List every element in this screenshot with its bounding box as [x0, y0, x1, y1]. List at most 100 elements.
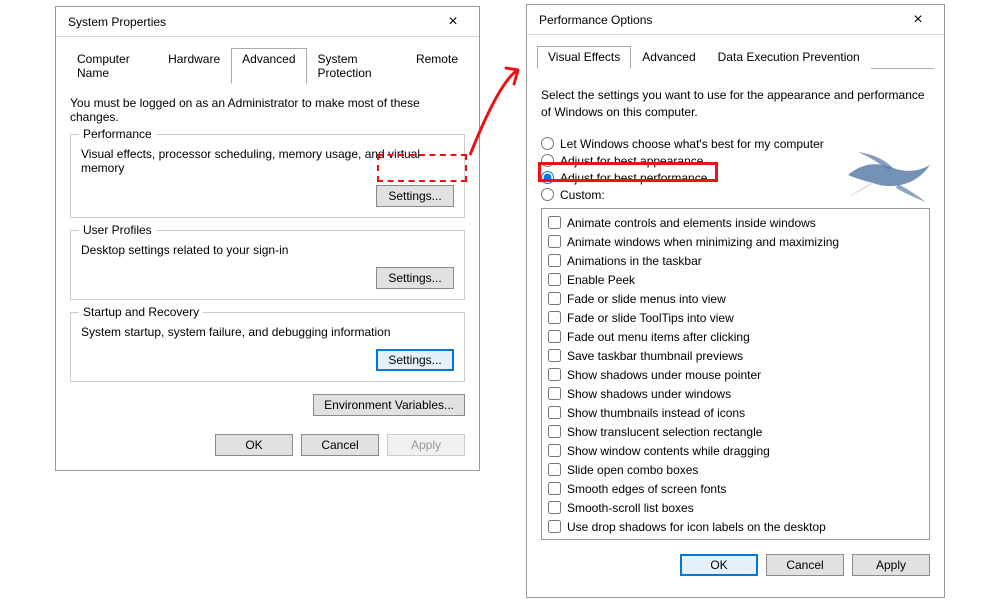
checkbox-input[interactable]	[548, 235, 561, 248]
apply-button[interactable]: Apply	[387, 434, 465, 456]
radio-label: Adjust for best performance	[560, 171, 707, 185]
group-legend: Performance	[79, 127, 156, 141]
close-icon[interactable]: ×	[898, 6, 938, 34]
checkbox-input[interactable]	[548, 482, 561, 495]
intro-text: You must be logged on as an Administrato…	[70, 96, 465, 124]
checkbox-input[interactable]	[548, 349, 561, 362]
apply-button[interactable]: Apply	[852, 554, 930, 576]
cancel-button[interactable]: Cancel	[301, 434, 379, 456]
tab-system-protection[interactable]: System Protection	[307, 48, 405, 84]
radio-option[interactable]: Adjust for best appearance	[541, 154, 930, 168]
checkbox-label: Fade or slide ToolTips into view	[567, 309, 734, 327]
list-item[interactable]: Slide open combo boxes	[548, 461, 923, 479]
window-title: Performance Options	[539, 13, 652, 27]
list-item[interactable]: Smooth-scroll list boxes	[548, 499, 923, 517]
system-properties-dialog: System Properties × Computer NameHardwar…	[55, 6, 480, 471]
description-text: Select the settings you want to use for …	[541, 87, 930, 121]
titlebar: System Properties ×	[56, 7, 479, 37]
environment-variables-button[interactable]: Environment Variables...	[313, 394, 465, 416]
radio-label: Custom:	[560, 188, 605, 202]
dialog-footer: OK Cancel Apply	[527, 546, 944, 590]
checkbox-label: Fade or slide menus into view	[567, 290, 726, 308]
checkbox-label: Fade out menu items after clicking	[567, 328, 750, 346]
radio-input[interactable]	[541, 188, 554, 201]
radio-input[interactable]	[541, 154, 554, 167]
checkbox-input[interactable]	[548, 463, 561, 476]
tab-advanced[interactable]: Advanced	[231, 48, 306, 84]
tab-hardware[interactable]: Hardware	[157, 48, 231, 84]
checkbox-input[interactable]	[548, 368, 561, 381]
group-legend: User Profiles	[79, 223, 156, 237]
checkbox-label: Show translucent selection rectangle	[567, 423, 762, 441]
list-item[interactable]: Fade or slide menus into view	[548, 290, 923, 308]
checkbox-input[interactable]	[548, 520, 561, 533]
group-desc: Desktop settings related to your sign-in	[81, 243, 454, 257]
user-profiles-settings-button[interactable]: Settings...	[376, 267, 454, 289]
list-item[interactable]: Save taskbar thumbnail previews	[548, 347, 923, 365]
performance-settings-button[interactable]: Settings...	[376, 185, 454, 207]
radio-option[interactable]: Adjust for best performance	[541, 171, 930, 185]
group-desc: System startup, system failure, and debu…	[81, 325, 454, 339]
group-user-profiles: User Profiles Desktop settings related t…	[70, 230, 465, 300]
list-item[interactable]: Enable Peek	[548, 271, 923, 289]
radio-input[interactable]	[541, 171, 554, 184]
dialog-footer: OK Cancel Apply	[56, 426, 479, 470]
checkbox-label: Save taskbar thumbnail previews	[567, 347, 743, 365]
close-icon[interactable]: ×	[433, 8, 473, 36]
checkbox-label: Animate windows when minimizing and maxi…	[567, 233, 839, 251]
list-item[interactable]: Animate controls and elements inside win…	[548, 214, 923, 232]
ok-button[interactable]: OK	[680, 554, 758, 576]
checkbox-input[interactable]	[548, 273, 561, 286]
checkbox-label: Smooth edges of screen fonts	[567, 480, 726, 498]
radio-option[interactable]: Let Windows choose what's best for my co…	[541, 137, 930, 151]
list-item[interactable]: Show shadows under mouse pointer	[548, 366, 923, 384]
checkbox-input[interactable]	[548, 444, 561, 457]
list-item[interactable]: Show translucent selection rectangle	[548, 423, 923, 441]
tab-strip: Visual EffectsAdvancedData Execution Pre…	[537, 45, 934, 69]
list-item[interactable]: Show shadows under windows	[548, 385, 923, 403]
list-item[interactable]: Show window contents while dragging	[548, 442, 923, 460]
group-startup-recovery: Startup and Recovery System startup, sys…	[70, 312, 465, 382]
visual-effects-list[interactable]: Animate controls and elements inside win…	[541, 208, 930, 540]
list-item[interactable]: Show thumbnails instead of icons	[548, 404, 923, 422]
checkbox-input[interactable]	[548, 501, 561, 514]
list-item[interactable]: Fade out menu items after clicking	[548, 328, 923, 346]
performance-options-dialog: Performance Options × Visual EffectsAdva…	[526, 4, 945, 598]
list-item[interactable]: Animations in the taskbar	[548, 252, 923, 270]
checkbox-label: Slide open combo boxes	[567, 461, 698, 479]
checkbox-input[interactable]	[548, 216, 561, 229]
group-performance: Performance Visual effects, processor sc…	[70, 134, 465, 218]
checkbox-label: Animate controls and elements inside win…	[567, 214, 816, 232]
checkbox-input[interactable]	[548, 406, 561, 419]
tab-computer-name[interactable]: Computer Name	[66, 48, 157, 84]
window-title: System Properties	[68, 15, 166, 29]
tab-data-execution-prevention[interactable]: Data Execution Prevention	[707, 46, 871, 69]
startup-recovery-settings-button[interactable]: Settings...	[376, 349, 454, 371]
checkbox-label: Use drop shadows for icon labels on the …	[567, 518, 826, 536]
list-item[interactable]: Use drop shadows for icon labels on the …	[548, 518, 923, 536]
list-item[interactable]: Animate windows when minimizing and maxi…	[548, 233, 923, 251]
checkbox-label: Show window contents while dragging	[567, 442, 770, 460]
group-legend: Startup and Recovery	[79, 305, 203, 319]
radio-label: Let Windows choose what's best for my co…	[560, 137, 824, 151]
ok-button[interactable]: OK	[215, 434, 293, 456]
checkbox-input[interactable]	[548, 330, 561, 343]
tab-remote[interactable]: Remote	[405, 48, 469, 84]
checkbox-input[interactable]	[548, 292, 561, 305]
radio-group: Let Windows choose what's best for my co…	[541, 137, 930, 202]
radio-input[interactable]	[541, 137, 554, 150]
tab-advanced[interactable]: Advanced	[631, 46, 706, 69]
checkbox-input[interactable]	[548, 425, 561, 438]
checkbox-label: Show thumbnails instead of icons	[567, 404, 745, 422]
checkbox-input[interactable]	[548, 387, 561, 400]
list-item[interactable]: Smooth edges of screen fonts	[548, 480, 923, 498]
tab-visual-effects[interactable]: Visual Effects	[537, 46, 631, 69]
list-item[interactable]: Fade or slide ToolTips into view	[548, 309, 923, 327]
tab-strip: Computer NameHardwareAdvancedSystem Prot…	[66, 47, 469, 84]
radio-option[interactable]: Custom:	[541, 188, 930, 202]
checkbox-label: Show shadows under mouse pointer	[567, 366, 761, 384]
cancel-button[interactable]: Cancel	[766, 554, 844, 576]
checkbox-input[interactable]	[548, 254, 561, 267]
group-desc: Visual effects, processor scheduling, me…	[81, 147, 454, 175]
checkbox-input[interactable]	[548, 311, 561, 324]
